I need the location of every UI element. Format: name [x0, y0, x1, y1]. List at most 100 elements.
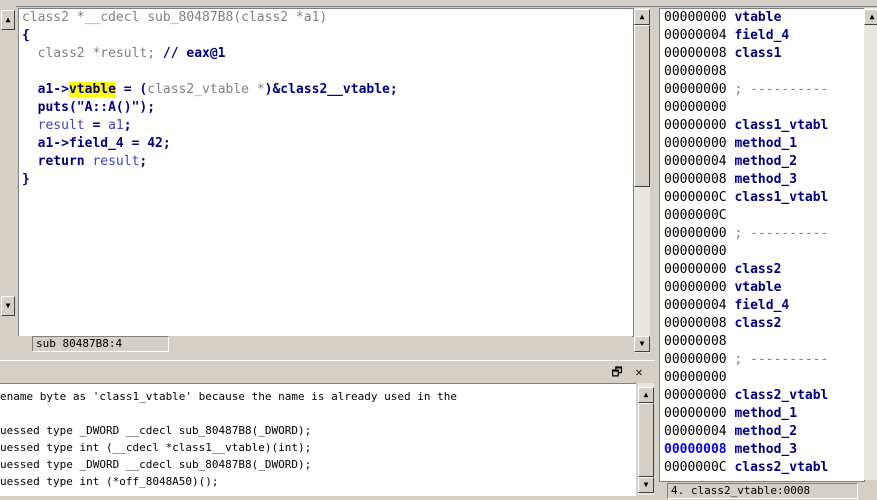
structure-row[interactable]: 00000004 field_4	[664, 27, 789, 45]
structure-row[interactable]: 00000000	[664, 99, 727, 117]
output-window[interactable]: ename byte as 'class1_vtable' because th…	[0, 383, 636, 496]
structure-member-name: method_3	[734, 172, 798, 187]
open-brace: {	[22, 28, 30, 43]
structure-member-name: method_1	[734, 406, 798, 421]
structure-row[interactable]: 00000008 class2	[664, 315, 781, 333]
structure-member-name: method_2	[734, 424, 798, 439]
structure-offset: 00000000	[664, 10, 727, 25]
structure-row[interactable]: 00000000 class2	[664, 261, 781, 279]
scroll-up-icon[interactable]: ▲	[634, 9, 650, 25]
structure-row[interactable]: 00000000 ; ----------	[664, 225, 828, 243]
dock-icon[interactable]: 🗗	[608, 364, 626, 380]
code-line-field-assign: a1->field_4 = 42;	[37, 136, 171, 151]
scroll-thumb[interactable]	[634, 25, 650, 187]
structure-row[interactable]: 00000000 class1_vtabl	[664, 117, 828, 135]
structure-member-name: class2_vtabl	[734, 388, 829, 403]
tab-strip	[0, 0, 877, 7]
structure-offset: 00000000	[664, 406, 727, 421]
structure-row[interactable]: 0000000C class1_vtabl	[664, 189, 828, 207]
structure-offset: 00000008	[664, 316, 727, 331]
structure-row[interactable]: 00000000 method_1	[664, 405, 797, 423]
scroll-up-icon[interactable]: ▲	[864, 9, 877, 25]
structure-row[interactable]: 00000008 method_3	[664, 441, 797, 459]
output-line: uessed type int (__cdecl *class1__vtable…	[0, 441, 312, 454]
structure-row[interactable]: 00000000	[664, 243, 727, 261]
structure-member-name: class2	[734, 316, 782, 331]
structure-offset: 0000000C	[664, 190, 727, 205]
close-brace: }	[22, 172, 30, 187]
structure-row[interactable]: 00000000 method_1	[664, 135, 797, 153]
scroll-thumb[interactable]	[638, 403, 654, 477]
structures-vertical-scrollbar[interactable]: ▲	[864, 8, 877, 480]
structure-member-name: method_3	[734, 442, 798, 457]
scroll-down-icon[interactable]: ▼	[638, 477, 654, 493]
output-line: uessed type _DWORD __cdecl sub_80487B8(_…	[0, 458, 312, 471]
structure-offset: 00000000	[664, 118, 727, 133]
structure-member-name: ; ----------	[734, 226, 829, 241]
code-location: sub 80487B8:4	[32, 336, 169, 352]
highlighted-field[interactable]: vtable	[68, 82, 116, 97]
local-declaration: class2 *result; // eax@1	[37, 46, 226, 61]
code-line-puts: puts("A::A()");	[37, 100, 156, 115]
structure-offset: 00000000	[664, 82, 727, 97]
structure-member-name: vtable	[734, 10, 782, 25]
structure-offset: 00000008	[664, 46, 727, 61]
structure-row[interactable]: 0000000C	[664, 207, 727, 225]
structure-location: 4. class2_vtable:0008	[667, 483, 858, 499]
structures-view[interactable]: 00000000 vtable 00000004 field_4 00000008 …	[659, 8, 865, 482]
output-window-titlebar: 🗗 ✕	[0, 360, 655, 383]
structure-row[interactable]: 00000004 method_2	[664, 423, 797, 441]
left-gutter: ▲ ▼	[0, 6, 16, 356]
close-icon[interactable]: ✕	[630, 364, 648, 380]
pseudocode-view[interactable]: class2 *__cdecl sub_80487B8(class2 *a1) …	[18, 8, 634, 337]
code-line-return: return result;	[37, 154, 148, 169]
code-vertical-scrollbar[interactable]: ▲ ▼	[634, 8, 650, 353]
code-line-vtable-assign: a1->vtable = (class2_vtable *)&class2__v…	[37, 82, 398, 97]
structure-row[interactable]: 00000000 class2_vtabl	[664, 387, 828, 405]
structure-offset: 00000008	[664, 172, 727, 187]
structure-offset: 00000008	[664, 334, 727, 349]
structure-member-name: class1_vtabl	[734, 118, 829, 133]
structure-member-name: class2_vtabl	[734, 460, 829, 475]
structure-row[interactable]: 00000000 vtable	[664, 279, 781, 297]
scroll-up-icon[interactable]: ▲	[638, 387, 654, 403]
scroll-down-icon[interactable]: ▼	[634, 336, 650, 352]
structure-offset: 00000000	[664, 280, 727, 295]
output-line: uessed type int (*off_8048A50)();	[0, 475, 219, 488]
structure-offset: 00000004	[664, 298, 727, 313]
structure-row[interactable]: 00000008 method_3	[664, 171, 797, 189]
structure-offset: 00000004	[664, 424, 727, 439]
structure-row[interactable]: 00000000 ; ----------	[664, 351, 828, 369]
structure-row[interactable]: 00000000 vtable	[664, 9, 781, 27]
structure-member-name: class1_vtabl	[734, 190, 829, 205]
structure-row[interactable]: 00000008	[664, 63, 727, 81]
structure-offset: 00000000	[664, 352, 727, 367]
structure-offset: 0000000C	[664, 460, 727, 475]
structure-member-name: vtable	[734, 280, 782, 295]
structure-offset: 00000004	[664, 154, 727, 169]
structure-row[interactable]: 0000000C class2_vtabl	[664, 459, 828, 477]
structure-row[interactable]: 00000008	[664, 333, 727, 351]
structure-member-name: class1	[734, 46, 782, 61]
scroll-up-icon[interactable]: ▲	[1, 10, 15, 30]
structure-offset: 00000000	[664, 262, 727, 277]
structure-member-name: ; ----------	[734, 82, 829, 97]
structure-offset: 00000000	[664, 100, 727, 115]
output-vertical-scrollbar[interactable]: ▲ ▼	[638, 383, 654, 495]
structure-offset: 00000000	[664, 388, 727, 403]
structure-offset: 0000000C	[664, 208, 727, 223]
structure-row[interactable]: 00000000	[664, 369, 727, 387]
structure-row[interactable]: 00000000 ; ----------	[664, 81, 828, 99]
structure-offset: 00000008	[664, 442, 727, 457]
output-line: ename byte as 'class1_vtable' because th…	[0, 390, 457, 403]
structure-row[interactable]: 00000004 method_2	[664, 153, 797, 171]
structure-offset: 00000008	[664, 64, 727, 79]
scroll-down-icon[interactable]: ▼	[1, 296, 15, 316]
structure-row[interactable]: 00000004 field_4	[664, 297, 789, 315]
structure-member-name: field_4	[734, 28, 790, 43]
structure-member-name: method_1	[734, 136, 798, 151]
code-status-bar: sub 80487B8:4	[18, 336, 632, 352]
structure-row[interactable]: 00000008 class1	[664, 45, 781, 63]
structure-member-name: field_4	[734, 298, 790, 313]
structure-offset: 00000004	[664, 28, 727, 43]
